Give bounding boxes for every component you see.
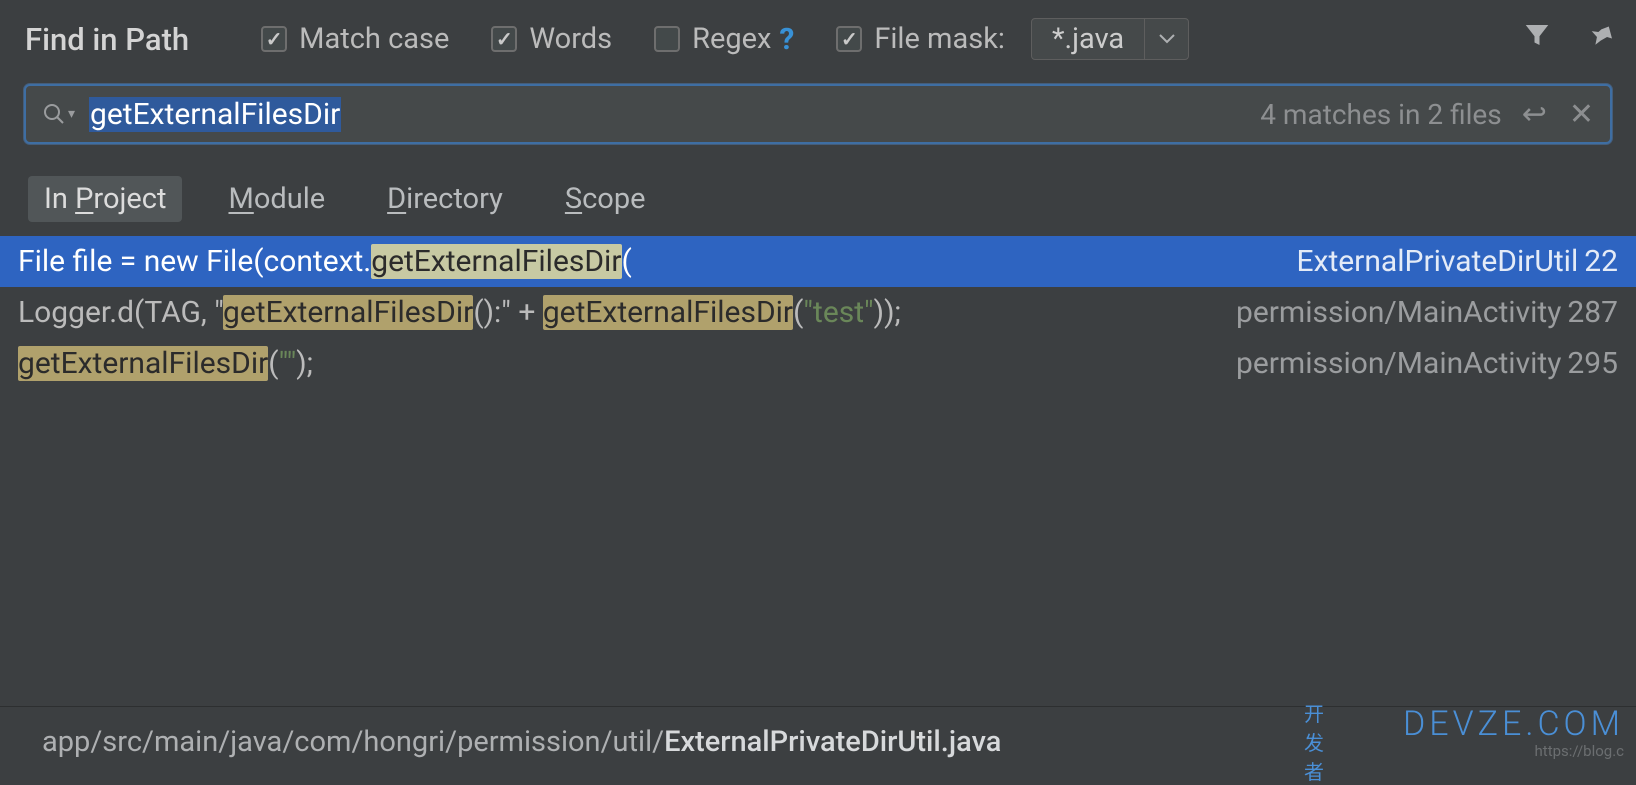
tab-module[interactable]: Module	[212, 176, 341, 222]
options-bar: Find in Path Match case Words Regex ? Fi…	[0, 0, 1636, 78]
search-icon	[42, 102, 66, 126]
file-mask-checkbox[interactable]: File mask:	[836, 22, 1005, 56]
regex-checkbox[interactable]: Regex ?	[654, 22, 794, 57]
words-checkbox[interactable]: Words	[491, 22, 612, 56]
regex-label: Regex	[692, 22, 771, 56]
result-row[interactable]: Logger.d(TAG, "getExternalFilesDir():" +…	[0, 287, 1636, 338]
tab-directory[interactable]: Directory	[371, 176, 519, 222]
results-list: File file = new File(context.getExternal…	[0, 236, 1636, 389]
checkbox-icon	[261, 26, 287, 52]
filter-icon[interactable]	[1522, 20, 1552, 58]
result-location: permission/MainActivity295	[1236, 346, 1618, 381]
search-field[interactable]: ▾ getExternalFilesDir 4 matches in 2 fil…	[24, 84, 1612, 144]
enter-icon: ↩	[1522, 97, 1547, 132]
match-case-label: Match case	[299, 22, 449, 56]
words-label: Words	[529, 22, 612, 56]
match-case-checkbox[interactable]: Match case	[261, 22, 449, 56]
tab-in-project[interactable]: In Project	[28, 176, 182, 222]
result-code: getExternalFilesDir("");	[18, 346, 313, 381]
result-code: File file = new File(context.getExternal…	[18, 244, 632, 279]
clear-icon[interactable]: ✕	[1569, 97, 1594, 132]
scope-tabs: In Project Module Directory Scope	[0, 144, 1636, 236]
result-row[interactable]: File file = new File(context.getExternal…	[0, 236, 1636, 287]
result-location: permission/MainActivity287	[1236, 295, 1618, 330]
search-input[interactable]: getExternalFilesDir	[89, 97, 1260, 132]
dialog-title: Find in Path	[25, 21, 189, 58]
checkbox-icon	[654, 26, 680, 52]
status-bar: app/src/main/java/com/hongri/permission/…	[0, 706, 1636, 776]
match-count-label: 4 matches in 2 files	[1260, 98, 1501, 131]
chevron-down-icon[interactable]	[1144, 19, 1188, 59]
watermark: 开 发 者 DEVZE.COM https://blog.c	[1403, 704, 1624, 760]
file-mask-select[interactable]: *.java	[1031, 18, 1189, 60]
tab-scope[interactable]: Scope	[549, 176, 662, 222]
file-mask-value: *.java	[1032, 22, 1144, 56]
result-location: ExternalPrivateDirUtil22	[1297, 244, 1618, 279]
checkbox-icon	[491, 26, 517, 52]
result-code: Logger.d(TAG, "getExternalFilesDir():" +…	[18, 295, 901, 330]
result-row[interactable]: getExternalFilesDir(""); permission/Main…	[0, 338, 1636, 389]
checkbox-icon	[836, 26, 862, 52]
file-mask-label: File mask:	[874, 22, 1005, 56]
status-path: app/src/main/java/com/hongri/permission/…	[42, 725, 1001, 759]
pin-icon[interactable]	[1586, 20, 1616, 58]
search-history-chevron-icon[interactable]: ▾	[68, 106, 75, 122]
regex-help-icon[interactable]: ?	[779, 22, 794, 57]
